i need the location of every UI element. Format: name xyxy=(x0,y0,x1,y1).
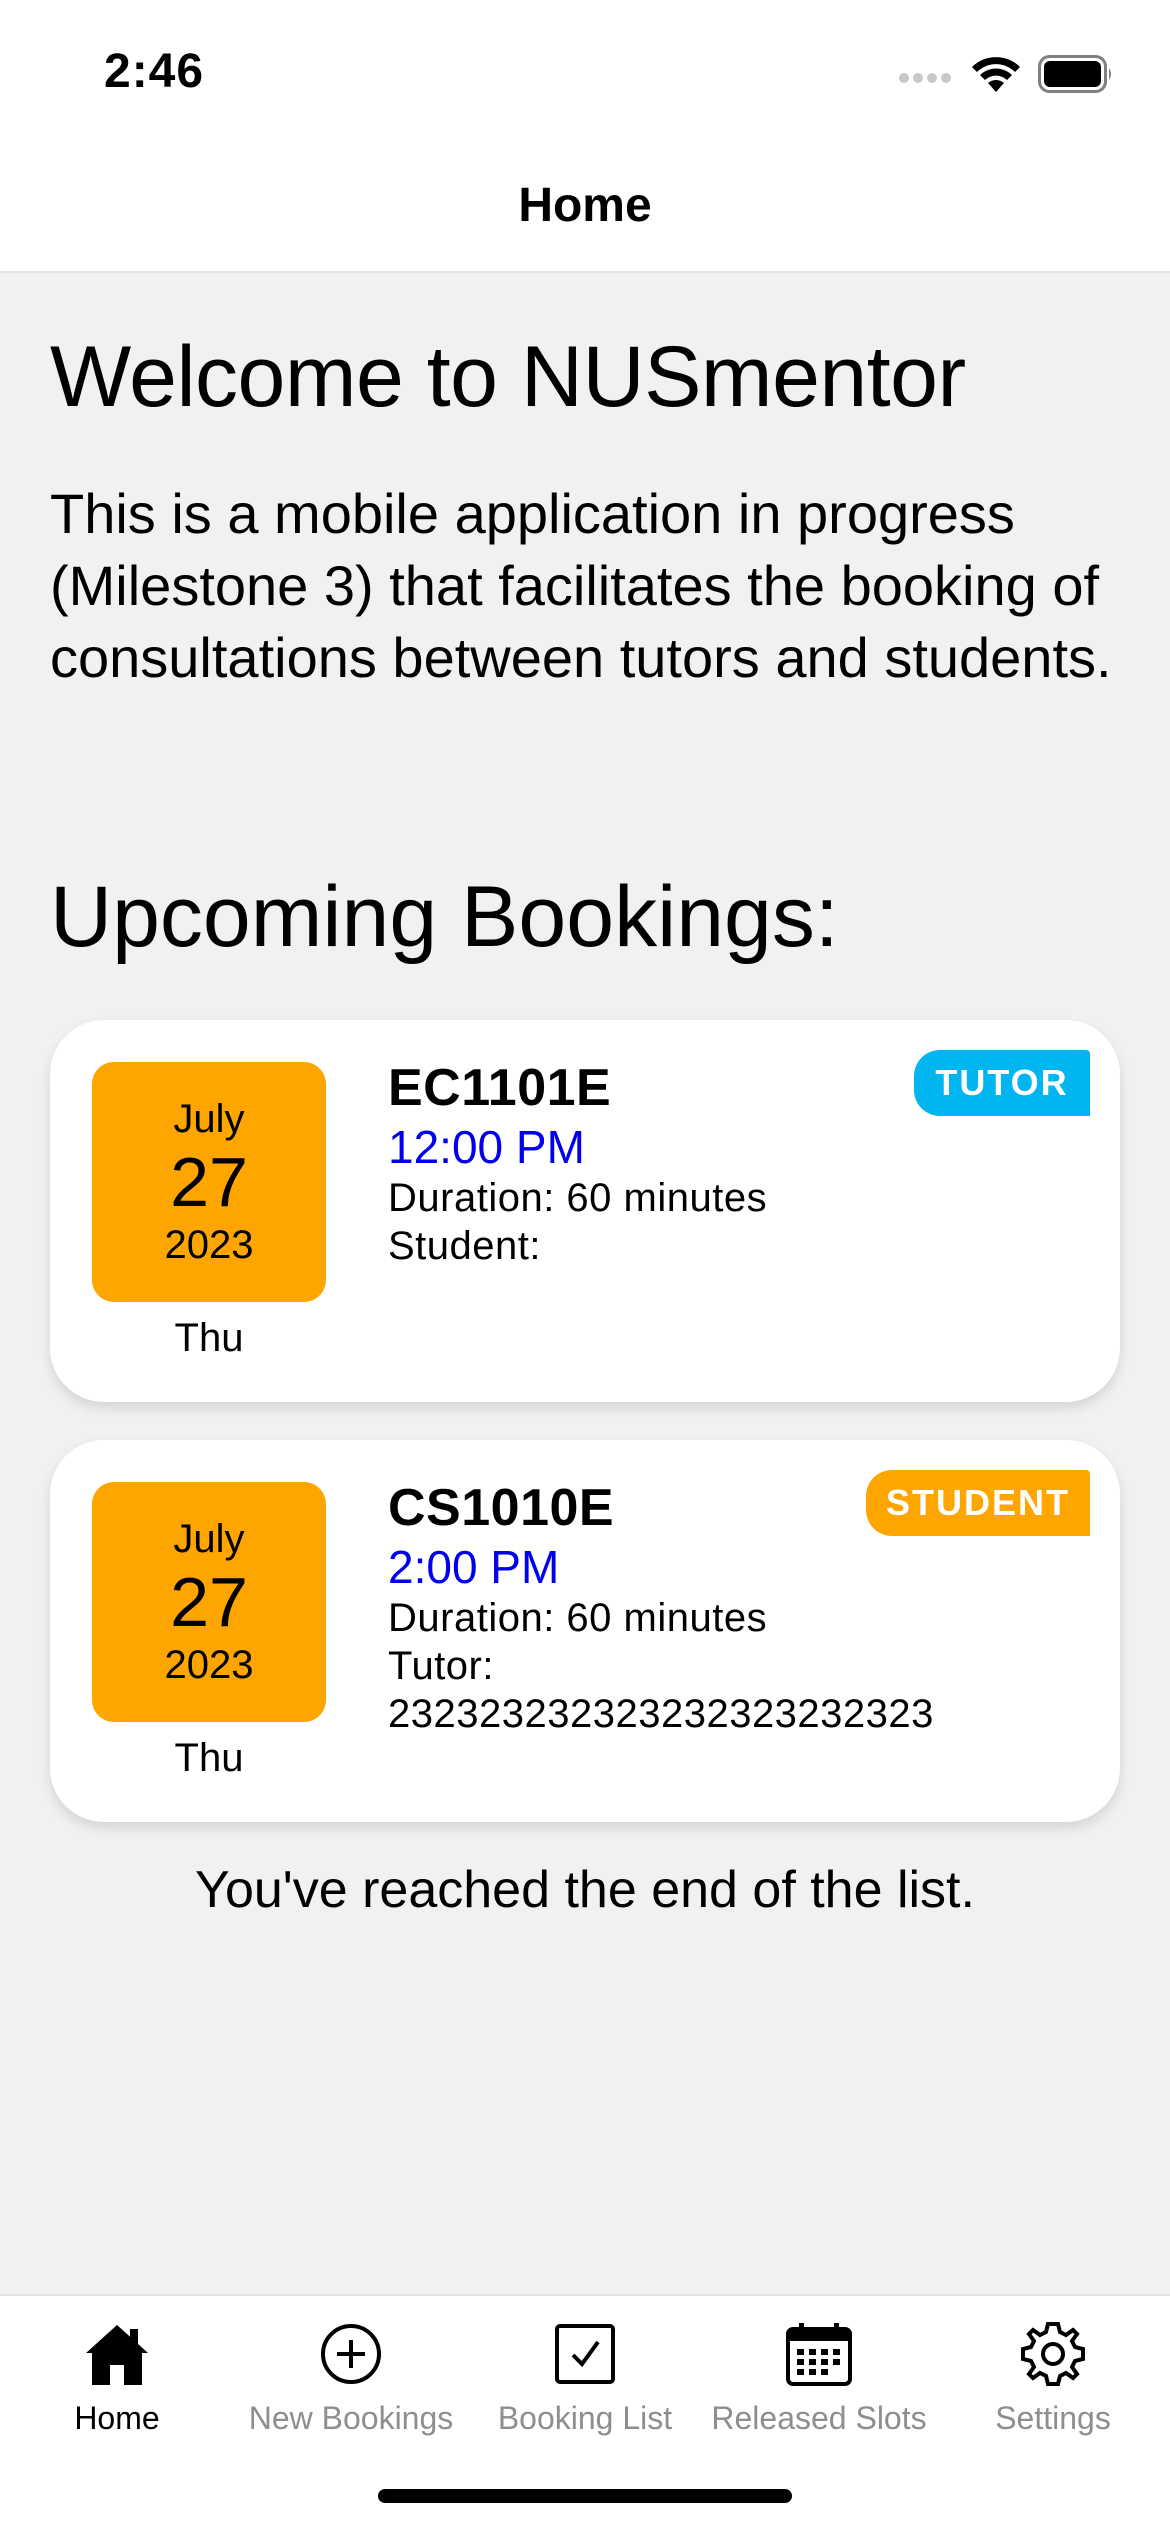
booking-card[interactable]: July 27 2023 Thu EC1101E 12:00 PM Durati… xyxy=(50,1020,1120,1402)
home-icon xyxy=(82,2318,152,2390)
welcome-description: This is a mobile application in progress… xyxy=(50,482,1112,689)
cellular-signal-icon xyxy=(899,73,951,83)
booking-person-id: 232323232323232323232323 xyxy=(388,1692,934,1736)
welcome-title: Welcome to NUSmentor xyxy=(50,329,966,425)
date-day: 27 xyxy=(170,1563,248,1641)
tab-home[interactable]: Home xyxy=(0,2296,234,2456)
booking-card[interactable]: July 27 2023 Thu CS1010E 2:00 PM Duratio… xyxy=(50,1440,1120,1822)
booking-person-label: Tutor: xyxy=(388,1644,494,1688)
wifi-icon xyxy=(972,57,1020,92)
booking-time: 12:00 PM xyxy=(388,1121,585,1173)
screen: 2:46 Home Welcome to NUSmentor This is a… xyxy=(0,0,1170,2532)
end-of-list-message: You've reached the end of the list. xyxy=(195,1861,975,1919)
tab-label: New Bookings xyxy=(248,2400,454,2436)
booking-duration: Duration: 60 minutes xyxy=(388,1596,768,1640)
checkbox-icon xyxy=(553,2318,617,2390)
tab-label: Released Slots xyxy=(711,2400,927,2436)
date-box: July 27 2023 xyxy=(92,1482,326,1722)
tab-label: Booking List xyxy=(497,2400,673,2436)
tab-released-slots[interactable]: Released Slots xyxy=(702,2296,936,2456)
date-year: 2023 xyxy=(164,1223,254,1267)
date-box: July 27 2023 xyxy=(92,1062,326,1302)
date-month: July xyxy=(173,1517,245,1561)
home-indicator[interactable] xyxy=(378,2489,792,2503)
page-title: Home xyxy=(518,179,652,232)
date-weekday: Thu xyxy=(174,1316,244,1360)
date-year: 2023 xyxy=(164,1643,254,1687)
plus-circle-icon xyxy=(319,2318,383,2390)
booking-time: 2:00 PM xyxy=(388,1541,560,1593)
tab-label: Home xyxy=(74,2400,160,2436)
battery-icon xyxy=(1038,55,1111,93)
calendar-icon xyxy=(785,2318,853,2390)
date-month: July xyxy=(173,1097,245,1141)
tab-booking-list[interactable]: Booking List xyxy=(468,2296,702,2456)
booking-person-label: Student: xyxy=(388,1224,542,1268)
tab-new-bookings[interactable]: New Bookings xyxy=(234,2296,468,2456)
status-time: 2:46 xyxy=(104,45,205,98)
role-badge-student: STUDENT xyxy=(866,1470,1090,1536)
tab-label: Settings xyxy=(995,2400,1111,2436)
status-icons xyxy=(898,50,1114,98)
tab-settings[interactable]: Settings xyxy=(936,2296,1170,2456)
date-weekday: Thu xyxy=(174,1736,244,1780)
role-badge-tutor: TUTOR xyxy=(914,1050,1090,1116)
upcoming-bookings-title: Upcoming Bookings: xyxy=(50,869,839,965)
date-day: 27 xyxy=(170,1143,248,1221)
gear-icon xyxy=(1019,2318,1087,2390)
booking-duration: Duration: 60 minutes xyxy=(388,1176,768,1220)
top-bar: 2:46 Home xyxy=(0,0,1170,273)
